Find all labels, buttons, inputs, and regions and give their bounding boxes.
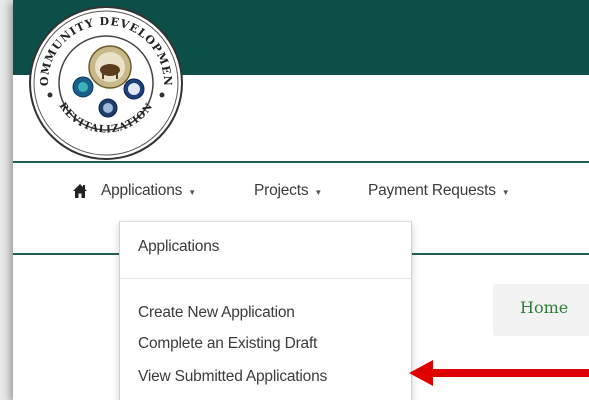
hud-seal-icon [123,78,145,100]
nav-payment-requests[interactable]: Payment Requests ▼ [368,182,510,200]
applications-dropdown-menu: Applications Create New Application Comp… [119,221,412,400]
chevron-down-icon: ▼ [501,187,510,197]
dropdown-separator [120,278,411,279]
menu-item-complete-existing-draft[interactable]: Complete an Existing Draft [138,335,317,353]
interior-seal-icon [88,45,132,89]
logo-seal[interactable]: COMMUNITY DEVELOPMENT REVITALIZATION [23,0,185,162]
menu-item-view-submitted-applications[interactable]: View Submitted Applications [138,368,327,386]
nav-projects-label: Projects [254,182,309,199]
dropdown-header-applications[interactable]: Applications [138,238,219,256]
breadcrumb-home[interactable]: Home [493,284,589,336]
nav-applications-label: Applications [101,182,183,199]
menu-item-create-new-application[interactable]: Create New Application [138,304,295,322]
main-nav: Applications ▼ Projects ▼ Payment Reques… [13,174,589,210]
header-divider [13,161,589,163]
epa-seal-icon [72,76,94,98]
nav-applications[interactable]: Applications ▼ [101,182,196,200]
seal-graphic: COMMUNITY DEVELOPMENT REVITALIZATION [23,0,183,160]
chevron-down-icon: ▼ [314,187,323,197]
annotation-arrow-icon [409,360,589,386]
nav-projects[interactable]: Projects ▼ [254,182,322,200]
nav-payment-requests-label: Payment Requests [368,182,496,199]
home-icon[interactable] [72,183,88,199]
app-window: COMMUNITY DEVELOPMENT REVITALIZATION [13,0,589,400]
dhs-seal-icon [98,98,118,118]
breadcrumb-home-label: Home [520,298,569,317]
chevron-down-icon: ▼ [188,187,196,197]
